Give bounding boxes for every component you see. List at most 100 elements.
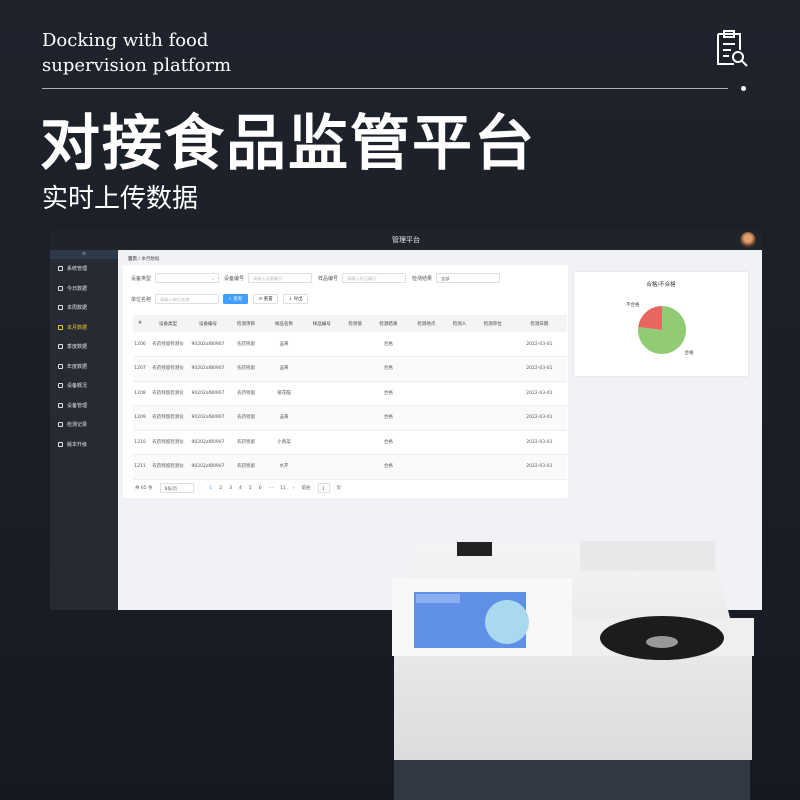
table-row[interactable]: 1206 农药残留检测仪 90202af80907 农药残留 韭黄 合格 2022-03-0… [133,332,567,357]
sidebar-item-label: 年度数据 [67,363,88,370]
table-cell: 2022-03-01 [511,430,567,455]
table-cell: 1209 [133,405,147,431]
column-header: 样品名称 [264,315,303,332]
app-title: 管理平台 [392,236,420,244]
table-cell [473,430,512,455]
table-row[interactable]: 1210 农药残留检测仪 90202af80907 农药残留 小香菜 合格 2022-03-… [133,430,567,455]
menu-icon [58,402,63,408]
table-cell [473,356,512,382]
sidebar-item[interactable]: 年度数据 [50,357,118,377]
sidebar: ≡ 系统管理今日数据本周数据 本月数据 季度数据年度数据设备概况 设备管理 检测记录 版本… [50,250,118,610]
sidebar-item[interactable]: 本月数据 [50,318,118,338]
table-cell: 水芹 [264,454,303,480]
table-cell: 合格 [369,405,408,431]
page-unit: 页 [336,486,342,491]
table-row[interactable]: 1208 农药残留检测仪 90202af80907 农药残留 菊花脑 合格 2022-03-… [133,381,567,406]
table-row[interactable]: 1207 农药残留检测仪 90202af80907 农药残留 韭黄 合格 2022-03-0… [133,356,567,382]
pie-chart: 合格 不合格 [626,301,694,356]
table-cell: 农药残留检测仪 [147,430,189,455]
table-cell: 2022-03-01 [511,381,567,406]
menu-icon [58,324,63,330]
breadcrumb-home[interactable]: 首页 [128,257,137,262]
search-label: 查询 [232,297,242,302]
table-cell [407,430,446,455]
device-type-select[interactable]: ⌄ [155,273,220,283]
table-cell: 2022-03-01 [511,405,567,431]
sidebar-item[interactable]: 季度数据 [50,337,118,357]
sidebar-item[interactable]: 设备管理 [50,396,118,416]
table-row[interactable]: 1209 农药残留检测仪 90202af80907 农药残留 韭黄 合格 2022-03-0… [133,405,567,431]
result-select[interactable]: 全部 [436,273,501,283]
column-header: 检测值 [340,315,370,332]
menu-icon [58,305,63,311]
table-cell [340,430,370,455]
column-header: 检测日期 [511,315,567,332]
table-cell [407,454,446,480]
sidebar-item-label: 今日数据 [67,285,88,292]
sidebar-item[interactable]: 版本升级 [50,435,118,455]
table-cell [302,454,341,480]
menu-icon [58,422,63,428]
sidebar-item[interactable]: 系统管理 [50,259,118,279]
table-cell [445,405,474,431]
reset-button[interactable]: ↺ 重置 [253,294,278,304]
export-label: 导出 [293,297,303,302]
table-cell [473,332,512,357]
records-card: 设备类型 ⌄ 设备编号 请输入设备编号 样品编号 请输入样品编号 检测结果 全部 单位名… [123,265,568,498]
label-device-no: 设备编号 [224,275,245,282]
analyzer-device-image [392,541,754,800]
device-no-input[interactable]: 请输入设备编号 [248,273,313,283]
page-number[interactable]: 1 [209,486,212,491]
page-number[interactable]: 4 [239,486,242,491]
page-number[interactable]: 3 [229,486,232,491]
column-header: 设备类型 [147,315,189,332]
table-cell [302,332,341,357]
prev-page-button[interactable]: ‹ [201,486,203,491]
pie-slice-fail[interactable] [638,306,662,330]
clipboard-search-icon [717,30,748,67]
table-cell [445,381,474,406]
top-bar: 管理平台 [50,230,762,250]
table-cell: 1206 [133,332,147,357]
label-unit: 单位名称 [131,296,152,303]
records-table: # 设备类型 设备编号 检测项目 样品名称 样品编号 检测值 检测结果 检测地点 检测人 检测单位检… [133,315,567,480]
export-button[interactable]: ↓ 导出 [283,294,308,304]
sidebar-item[interactable]: 检测记录 [50,415,118,435]
table-cell: 小香菜 [264,430,303,455]
table-cell: 农药残留检测仪 [147,454,189,480]
next-page-button[interactable]: › [293,486,295,491]
table-cell: 90202af80907 [189,356,227,382]
search-button[interactable]: ⌕ 查询 [223,294,248,304]
sidebar-item[interactable]: 今日数据 [50,279,118,299]
pagination: 共 65 条 6条/页 ‹ 1 2 3 4 5 6 ··· 11 › 前往 1 页 [135,483,341,493]
unit-input[interactable]: 请输入单位名称 [155,294,220,304]
table-cell: 农药残留检测仪 [147,381,189,406]
sidebar-item[interactable]: 本周数据 [50,298,118,318]
table-cell [445,454,474,480]
table-cell [340,454,370,480]
page-number[interactable]: 11 [280,486,286,491]
table-cell [302,430,341,455]
reset-label: 重置 [263,297,273,302]
avatar[interactable] [740,232,756,248]
table-cell: 合格 [369,454,408,480]
page-number[interactable]: 6 [259,486,262,491]
menu-toggle-icon[interactable]: ≡ [50,250,118,259]
table-row[interactable]: 1211 农药残留检测仪 90202af80907 农药残留 水芹 合格 2022-03-0… [133,454,567,480]
pie-chart-card: 合格/不合格 合格 不合格 [574,272,748,376]
column-header: 检测项目 [227,315,265,332]
goto-input[interactable]: 1 [317,483,330,493]
breadcrumb-current: 本月数据 [141,257,160,262]
page-number[interactable]: 5 [249,486,252,491]
table-cell [340,356,370,382]
page-size-select[interactable]: 6条/页 [159,483,194,493]
table-cell [473,381,512,406]
sample-no-input[interactable]: 请输入样品编号 [342,273,407,283]
column-header: 设备编号 [189,315,227,332]
sidebar-item[interactable]: 设备概况 [50,376,118,396]
column-header: 检测人 [445,315,474,332]
table-cell: 90202af80907 [189,430,227,455]
page-number[interactable]: ··· [269,486,273,491]
page-number[interactable]: 2 [219,486,222,491]
table-cell: 1207 [133,356,147,382]
